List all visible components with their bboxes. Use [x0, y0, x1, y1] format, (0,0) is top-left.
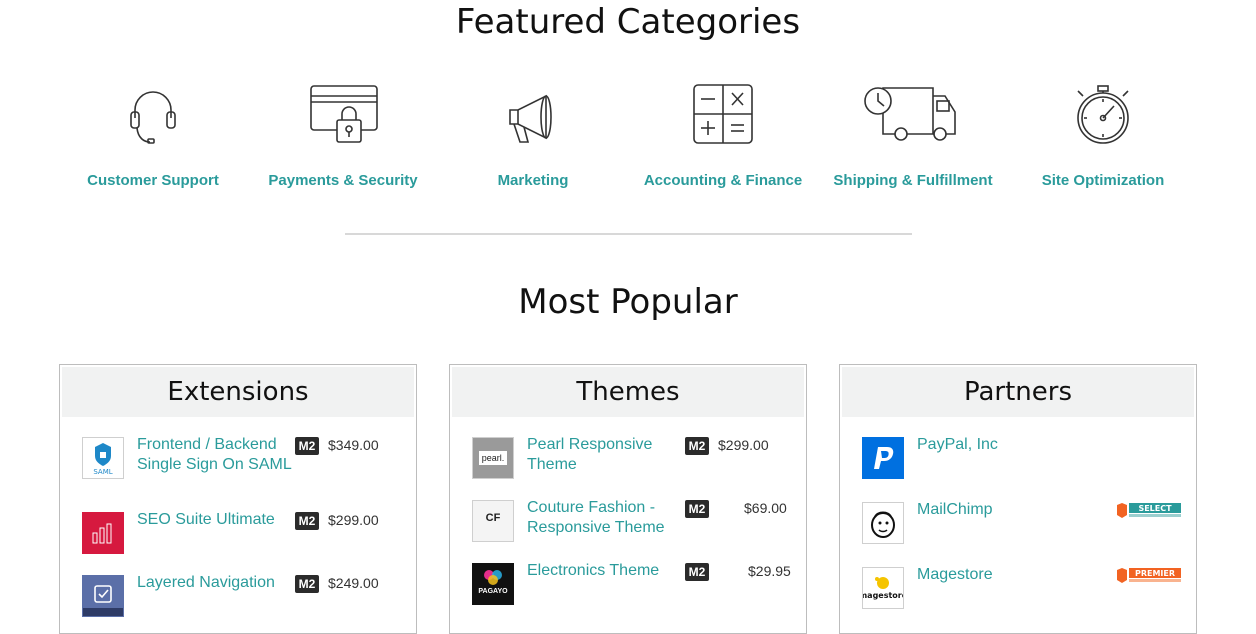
saml-thumbnail: SAML — [82, 437, 124, 479]
thumb-text: CF — [485, 512, 501, 524]
category-site-optimization[interactable]: Site Optimization — [1008, 82, 1198, 189]
product-price: $299.00 — [328, 512, 379, 528]
product-price: $69.00 — [744, 500, 787, 516]
calculator-icon — [693, 84, 753, 144]
product-name[interactable]: Pearl Responsive Theme — [527, 435, 685, 475]
paypal-logo — [862, 437, 904, 479]
m2-badge: M2 — [685, 563, 709, 581]
mailchimp-logo — [862, 502, 904, 544]
pearl-thumbnail: pearl. — [472, 437, 514, 479]
partners-card: Partners PayPal, Inc MailChimp SELECT ag… — [839, 364, 1197, 634]
layered-navigation-thumbnail — [82, 575, 124, 617]
most-popular-title: Most Popular — [518, 282, 738, 322]
seo-suite-thumbnail — [82, 512, 124, 554]
extensions-heading: Extensions — [62, 367, 414, 417]
couture-fashion-thumbnail: CF — [472, 500, 514, 542]
category-label: Accounting & Finance — [643, 172, 803, 189]
m2-badge: M2 — [295, 512, 319, 530]
category-label: Payments & Security — [268, 172, 418, 189]
category-accounting-finance[interactable]: Accounting & Finance — [628, 82, 818, 189]
headset-icon — [130, 91, 176, 144]
extensions-card: Extensions SAML Frontend / Backend Singl… — [59, 364, 417, 634]
category-label: Shipping & Fulfillment — [833, 172, 993, 189]
product-price: $299.00 — [718, 437, 769, 453]
category-shipping-fulfillment[interactable]: Shipping & Fulfillment — [818, 82, 1008, 189]
featured-categories: Customer Support Payments & Security Mar… — [58, 82, 1198, 202]
category-payments-security[interactable]: Payments & Security — [248, 82, 438, 189]
category-marketing[interactable]: Marketing — [438, 82, 628, 189]
product-name[interactable]: Frontend / Backend Single Sign On SAML — [137, 435, 295, 475]
partner-name[interactable]: MailChimp — [917, 500, 1075, 520]
svg-text:SAML: SAML — [93, 468, 112, 476]
delivery-truck-icon — [864, 87, 956, 141]
product-name[interactable]: SEO Suite Ultimate — [137, 510, 295, 530]
thumb-text: pearl. — [479, 451, 507, 465]
product-name[interactable]: Electronics Theme — [527, 561, 685, 581]
thumb-text: PAGAYO — [478, 588, 508, 595]
m2-badge: M2 — [295, 437, 319, 455]
product-name[interactable]: Layered Navigation — [137, 573, 295, 593]
m2-badge: M2 — [295, 575, 319, 593]
category-label: Customer Support — [87, 172, 219, 189]
megaphone-icon — [509, 94, 552, 143]
card-lock-icon — [310, 85, 378, 143]
partner-level-badge: SELECT — [1116, 502, 1182, 520]
themes-heading: Themes — [452, 367, 804, 417]
section-divider — [345, 233, 912, 235]
m2-badge: M2 — [685, 437, 709, 455]
product-name[interactable]: Couture Fashion - Responsive Theme — [527, 498, 685, 538]
magestore-logo: magestore — [862, 567, 904, 609]
category-label: Site Optimization — [1041, 172, 1165, 189]
category-customer-support[interactable]: Customer Support — [58, 82, 248, 189]
partner-level-text: SELECT — [1138, 504, 1172, 513]
partners-heading: Partners — [842, 367, 1194, 417]
stopwatch-icon — [1077, 85, 1129, 144]
category-label: Marketing — [497, 172, 569, 189]
partner-level-text: PREMIER — [1135, 569, 1175, 578]
electronics-thumbnail: PAGAYO — [472, 563, 514, 605]
partner-name[interactable]: PayPal, Inc — [917, 435, 1075, 455]
partner-name[interactable]: Magestore — [917, 565, 1075, 585]
featured-categories-title: Featured Categories — [455, 2, 801, 42]
product-price: $249.00 — [328, 575, 379, 591]
m2-badge: M2 — [685, 500, 709, 518]
product-price: $349.00 — [328, 437, 379, 453]
product-price: $29.95 — [748, 563, 791, 579]
partner-level-badge: PREMIER — [1116, 567, 1182, 585]
themes-card: Themes pearl. Pearl Responsive Theme M2 … — [449, 364, 807, 634]
svg-text:magestore: magestore — [863, 591, 903, 600]
